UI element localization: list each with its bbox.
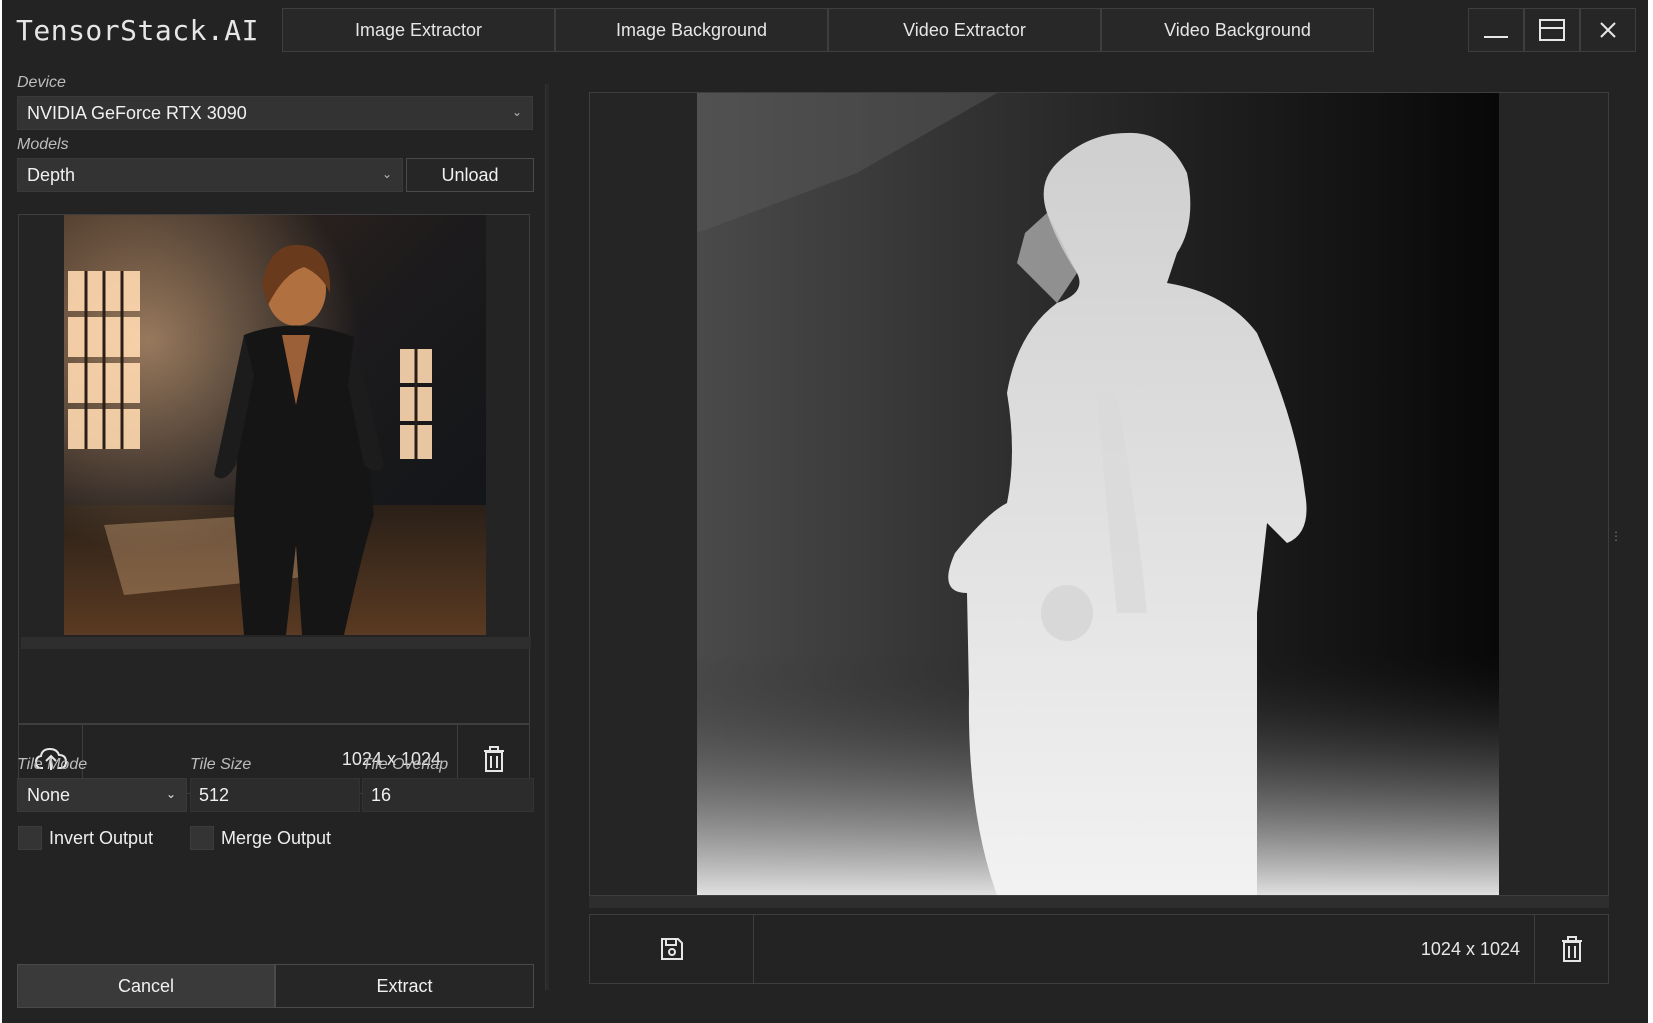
input-image-area[interactable] (18, 214, 531, 724)
output-dimensions: 1024 x 1024 (1420, 939, 1520, 959)
minimize-button[interactable] (1468, 8, 1524, 52)
output-image-area[interactable]: ⋮ (589, 92, 1622, 896)
tile-size-input[interactable]: 512 (190, 778, 360, 812)
model-value: Depth (27, 164, 76, 185)
settings-panel: Device NVIDIA GeForce RTX 3090 ⌄ Models … (16, 72, 534, 1012)
save-output-button[interactable] (590, 915, 754, 983)
input-image (64, 215, 486, 635)
tile-overlap-input[interactable]: 16 (362, 778, 534, 812)
tab-bar: Image Extractor Image Background Video E… (282, 8, 1374, 52)
tile-overlap-label: Tile Overlap (362, 756, 449, 773)
invert-output-checkbox[interactable] (18, 826, 42, 850)
trash-icon (1561, 936, 1582, 962)
tile-mode-label: Tile Mode (17, 756, 88, 773)
device-label: Device (17, 74, 66, 91)
invert-output-label: Invert Output (49, 828, 154, 848)
chevron-down-icon: ⌄ (511, 105, 522, 119)
models-label: Models (17, 136, 69, 153)
right-splitter-dots: ⋮ (1610, 529, 1622, 543)
output-image-scrollbar[interactable] (589, 896, 1609, 908)
close-icon (1600, 22, 1616, 38)
close-button[interactable] (1580, 8, 1636, 52)
device-value: NVIDIA GeForce RTX 3090 (27, 102, 247, 123)
input-image-scrollbar[interactable] (21, 637, 531, 649)
app-title: TensorStack.AI (16, 14, 260, 47)
maximize-button[interactable] (1524, 8, 1580, 52)
maximize-icon (1539, 19, 1565, 41)
model-select[interactable]: Depth ⌄ (17, 158, 403, 192)
device-select[interactable]: NVIDIA GeForce RTX 3090 ⌄ (17, 96, 533, 130)
window-controls (1468, 8, 1636, 52)
output-depth-image (697, 93, 1499, 895)
cancel-button[interactable]: Cancel (17, 964, 275, 1008)
extract-button[interactable]: Extract (275, 964, 534, 1008)
chevron-down-icon: ⌄ (381, 167, 392, 181)
tile-mode-select[interactable]: None ⌄ (17, 778, 187, 812)
tab-image-extractor[interactable]: Image Extractor (282, 8, 555, 52)
tab-video-extractor[interactable]: Video Extractor (828, 8, 1101, 52)
delete-output-button[interactable] (1534, 915, 1608, 983)
output-image-toolbar: 1024 x 1024 (589, 914, 1609, 984)
panel-splitter[interactable] (545, 84, 549, 990)
tab-image-background[interactable]: Image Background (555, 8, 828, 52)
minimize-icon (1484, 36, 1508, 38)
merge-output-checkbox[interactable] (190, 826, 214, 850)
trash-icon (483, 746, 504, 772)
merge-output-label: Merge Output (221, 828, 332, 848)
tile-mode-value: None (27, 784, 71, 805)
tile-size-label: Tile Size (190, 756, 252, 773)
chevron-down-icon: ⌄ (165, 787, 176, 801)
app-window: TensorStack.AI Image Extractor Image Bac… (2, 0, 1648, 1023)
tab-video-background[interactable]: Video Background (1101, 8, 1374, 52)
save-icon (660, 938, 683, 960)
unload-button[interactable]: Unload (406, 158, 534, 192)
